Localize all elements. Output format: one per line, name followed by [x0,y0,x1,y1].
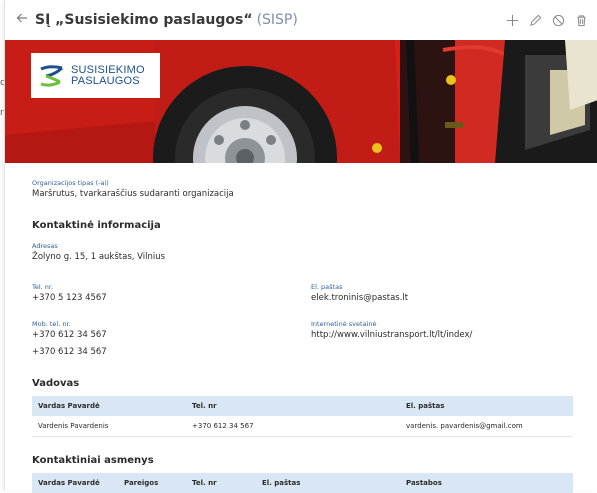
manager-table-header: Vardas Pavardė Tel. nr El. paštas [32,396,573,416]
column-header: El. paštas [406,402,445,410]
phone-label: Tel. nr. [32,283,54,291]
mobile-value-1: +370 612 34 567 [32,330,107,340]
company-logo: SUSISIEKIMO PASLAUGOS [31,53,160,98]
logo-line-1: SUSISIEKIMO [71,63,145,76]
delete-trash-icon[interactable] [574,13,588,27]
page-title: SĮ „Susisiekimo paslaugos“ [35,12,253,28]
table-cell: Vardenis Pavardenis [38,422,109,430]
contacts-heading: Kontaktiniai asmenys [32,455,154,466]
contacts-table-header: Vardas Pavardė Pareigos Tel. nr El. pašt… [32,473,573,493]
logo-wordmark: SUSISIEKIMO PASLAUGOS [71,63,145,87]
add-icon[interactable] [505,13,519,27]
table-row[interactable]: Vardenis Pavardenis +370 612 34 567 vard… [32,416,573,437]
website-value[interactable]: http://www.vilniustransport.lt/lt/index/ [311,330,472,340]
page-title-abbreviation: (SISP) [256,12,298,28]
phone-value: +370 5 123 4567 [32,293,107,303]
logo-mark-icon [40,64,63,87]
organization-detail-panel: SĮ „Susisiekimo paslaugos“ (SISP) SUSISI… [4,0,597,493]
website-field: Internetinė svetainė http://www.vilniust… [311,320,472,340]
website-label: Internetinė svetainė [311,320,377,328]
manager-heading: Vadovas [32,378,80,389]
mobile-field: Mob. tel. nr. +370 612 34 567 +370 612 3… [32,320,107,357]
contact-heading: Kontaktinė informacija [32,220,161,231]
org-type-value: Maršrutus, tvarkaraščius sudaranti organ… [32,189,234,199]
back-arrow-icon[interactable] [15,12,29,28]
mobile-value-2: +370 612 34 567 [32,347,107,357]
column-header: Pastabos [406,479,442,487]
address-field: Adresas Žolyno g. 15, 1 aukštas, Vilnius [32,242,165,262]
column-header: El. paštas [262,479,301,487]
table-cell: +370 612 34 567 [192,422,254,430]
mobile-label: Mob. tel. nr. [32,320,71,328]
email-field: El. paštas elek.troninis@pastas.lt [311,283,408,303]
block-icon[interactable] [551,13,565,27]
banner-image: SUSISIEKIMO PASLAUGOS [5,40,597,163]
manager-table: Vardas Pavardė Tel. nr El. paštas Varden… [32,396,573,437]
table-cell: vardenis. pavardenis@gmail.com [406,422,523,430]
address-label: Adresas [32,242,58,250]
column-header: Vardas Pavardė [38,402,100,410]
org-type-label: Organizacijos tipas (-ai) [32,179,109,187]
edit-pencil-icon[interactable] [528,13,542,27]
logo-line-2: PASLAUGOS [71,74,140,87]
address-value: Žolyno g. 15, 1 aukštas, Vilnius [32,252,166,262]
panel-header: SĮ „Susisiekimo paslaugos“ (SISP) [5,0,597,40]
header-toolbar [505,13,588,27]
column-header: Vardas Pavardė [38,479,100,487]
column-header: Pareigos [124,479,159,487]
email-label: El. paštas [311,283,343,291]
column-header: Tel. nr [192,402,217,410]
detail-content: Organizacijos tipas (-ai) Maršrutus, tva… [5,163,597,199]
contacts-table: Vardas Pavardė Pareigos Tel. nr El. pašt… [32,473,573,493]
column-header: Tel. nr [192,479,217,487]
phone-field: Tel. nr. +370 5 123 4567 [32,283,107,303]
email-value: elek.troninis@pastas.lt [311,293,409,303]
